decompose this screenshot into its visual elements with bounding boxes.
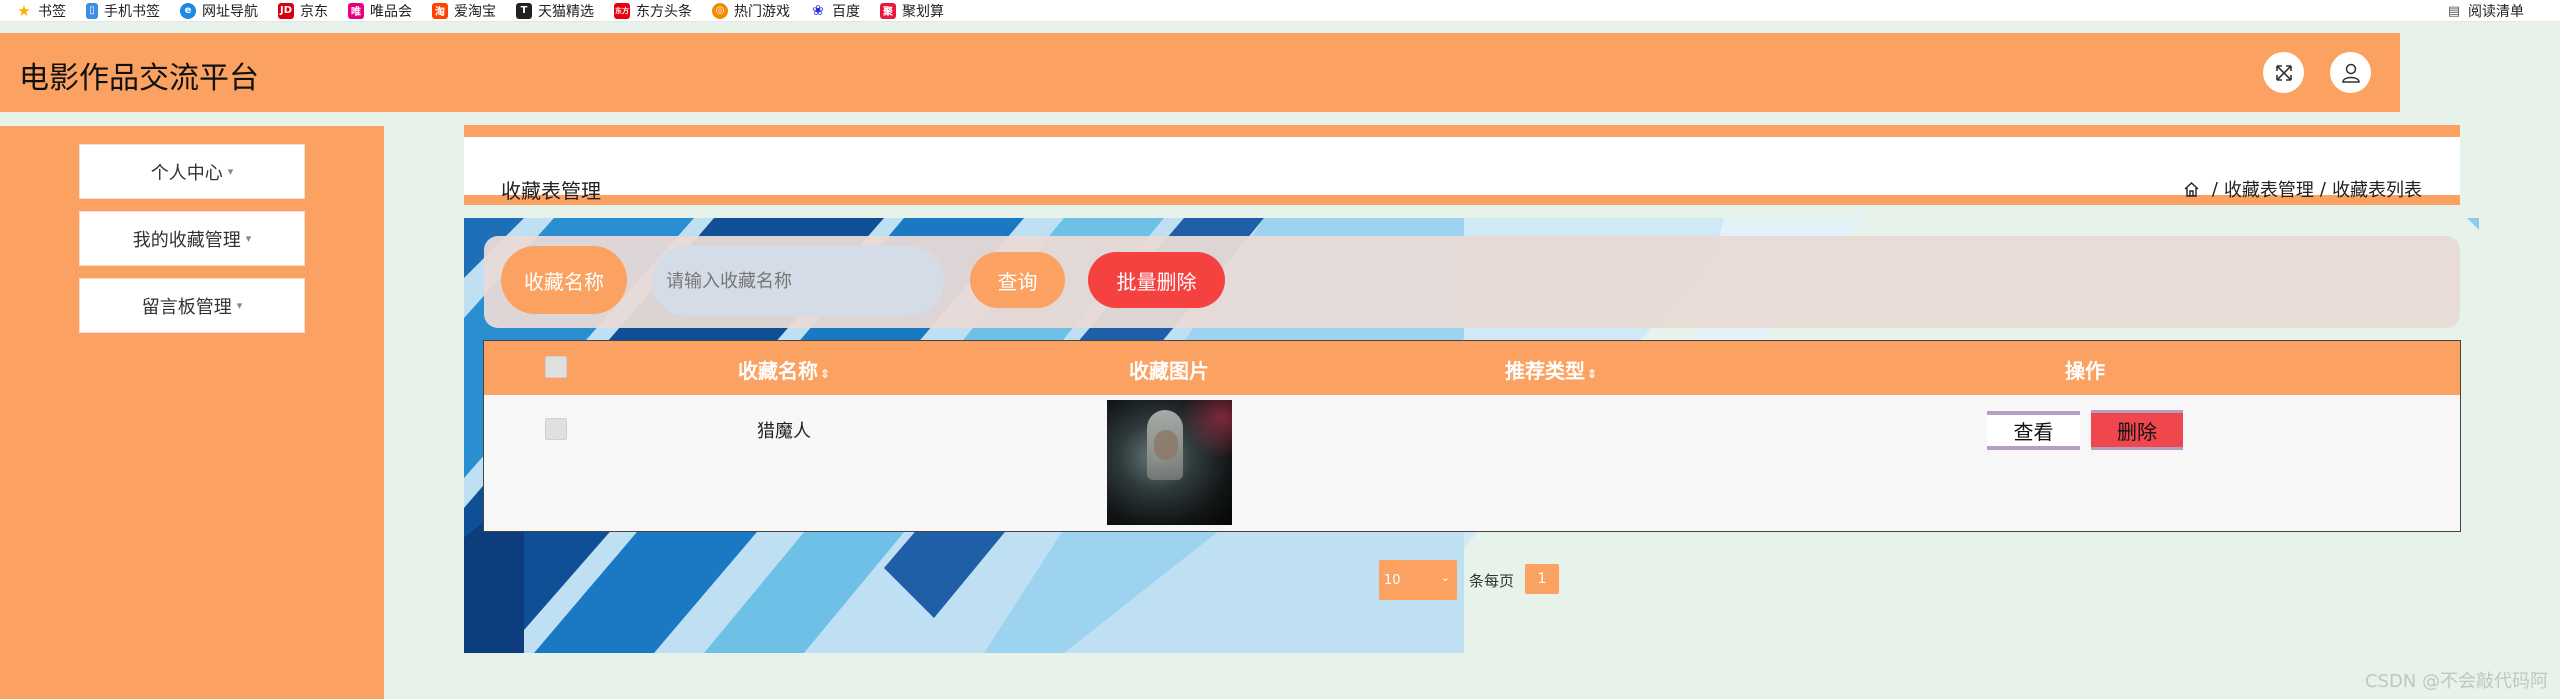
poster-thumbnail[interactable]: [1107, 400, 1232, 525]
watermark: CSDN @不会敲代码阿: [2364, 671, 2548, 692]
column-header-image: 收藏图片: [1129, 355, 1209, 384]
bookmark-item[interactable]: e 网址导航: [180, 1, 258, 21]
poster-glow: [1182, 400, 1232, 460]
caret-down-icon: ▾: [236, 299, 243, 312]
bookmark-label: 京东: [300, 3, 328, 20]
home-icon[interactable]: [2183, 181, 2200, 198]
column-header-name[interactable]: 收藏名称 ⇕: [738, 355, 830, 384]
bookmark-label: 手机书签: [104, 3, 160, 20]
bookmark-item[interactable]: ❀ 百度: [810, 1, 860, 21]
column-header-label: 推荐类型: [1504, 359, 1585, 383]
reading-list[interactable]: ▤ 阅读清单: [2446, 0, 2524, 22]
page-number-button[interactable]: 1: [1525, 564, 1559, 594]
site-title: 电影作品交流平台: [19, 61, 259, 96]
page-size-select[interactable]: 10 ⌄: [1379, 560, 1457, 600]
caret-down-icon: ▾: [227, 165, 234, 178]
bookmark-item[interactable]: 东方 东方头条: [614, 1, 692, 21]
compass-icon: e: [180, 2, 196, 19]
breadcrumb-item[interactable]: 收藏表管理: [2224, 176, 2314, 202]
breadcrumb-item: 收藏表列表: [2332, 180, 2422, 201]
collection-table: 收藏名称 ⇕ 收藏图片 推荐类型 ⇕ 操作 猎魔人 查看 删除: [483, 340, 2461, 532]
table-header: 收藏名称 ⇕ 收藏图片 推荐类型 ⇕ 操作: [484, 341, 2460, 395]
bookmark-item[interactable]: ▯ 手机书签: [86, 1, 160, 21]
bookmark-label: 聚划算: [902, 3, 944, 20]
bookmark-item[interactable]: 唯 唯品会: [348, 1, 412, 21]
sidebar-item-label: 个人中心: [150, 162, 223, 184]
jd-icon: JD: [278, 2, 294, 19]
sidebar-item-personal-center[interactable]: 个人中心 ▾: [79, 144, 305, 199]
bookmarks-bar: ★ 书签 ▯ 手机书签 e 网址导航 JD 京东 唯 唯品会 淘 爱淘宝 T 天…: [0, 0, 2560, 22]
sidebar: 个人中心 ▾ 我的收藏管理 ▾ 留言板管理 ▾: [0, 126, 384, 699]
sort-icon[interactable]: ⇕: [1587, 367, 1597, 381]
star-icon: ★: [17, 1, 31, 20]
tmall-icon: T: [516, 2, 532, 19]
search-field-label: 收藏名称: [501, 246, 627, 314]
reading-list-label: 阅读清单: [2468, 4, 2524, 20]
bookmark-label: 唯品会: [370, 3, 412, 20]
bookmark-item[interactable]: 聚 聚划算: [880, 1, 944, 21]
column-header-label: 收藏图片: [1129, 359, 1209, 383]
breadcrumb-separator: /: [2319, 178, 2326, 200]
user-button[interactable]: [2330, 52, 2371, 93]
page-title: 收藏表管理: [501, 179, 601, 203]
taobao-icon: 淘: [432, 2, 448, 19]
fullscreen-icon: [2275, 64, 2292, 81]
per-page-label: 条每页: [1469, 572, 1515, 590]
baidu-icon: ❀: [812, 2, 824, 19]
game-icon: ◎: [712, 2, 728, 19]
sidebar-item-label: 留言板管理: [141, 296, 232, 318]
bookmark-item[interactable]: JD 京东: [278, 1, 328, 21]
news-icon: 东方: [614, 2, 630, 19]
column-header-label: 收藏名称: [737, 359, 818, 383]
query-button[interactable]: 查询: [970, 252, 1065, 308]
bookmark-item[interactable]: ★ 书签: [16, 1, 66, 21]
sidebar-item-message-board[interactable]: 留言板管理 ▾: [79, 278, 305, 333]
column-header-type[interactable]: 推荐类型 ⇕: [1505, 355, 1597, 384]
column-header-label: 操作: [2065, 359, 2105, 383]
bookmark-label: 天猫精选: [538, 3, 594, 20]
sidebar-item-my-collections[interactable]: 我的收藏管理 ▾: [79, 211, 305, 266]
bookmark-label: 东方头条: [636, 3, 692, 20]
batch-delete-button[interactable]: 批量删除: [1088, 252, 1225, 308]
bookmark-label: 网址导航: [202, 3, 258, 20]
cell-name: 猎魔人: [757, 421, 811, 442]
vip-icon: 唯: [348, 2, 364, 19]
sidebar-item-label: 我的收藏管理: [132, 229, 241, 251]
column-header-actions: 操作: [2065, 355, 2105, 384]
reading-list-icon: ▤: [2447, 3, 2461, 19]
row-checkbox[interactable]: [545, 418, 567, 440]
search-input[interactable]: [652, 246, 944, 316]
bookmark-label: 爱淘宝: [454, 3, 496, 20]
fullscreen-button[interactable]: [2263, 52, 2304, 93]
bookmark-item[interactable]: T 天猫精选: [516, 1, 594, 21]
bookmark-label: 书签: [38, 3, 66, 20]
top-header: 电影作品交流平台: [0, 33, 2400, 112]
page-size-value: 10: [1384, 572, 1401, 588]
delete-button[interactable]: 删除: [2091, 410, 2183, 450]
bookmark-item[interactable]: ◎ 热门游戏: [712, 1, 790, 21]
breadcrumb-separator: /: [2211, 178, 2218, 200]
view-button[interactable]: 查看: [1987, 411, 2080, 450]
poster-face: [1154, 430, 1178, 460]
bookmark-label: 热门游戏: [734, 3, 790, 20]
phone-icon: ▯: [86, 2, 98, 19]
sort-icon[interactable]: ⇕: [820, 367, 830, 381]
chevron-down-icon: ⌄: [1440, 571, 1450, 584]
select-all-checkbox[interactable]: [545, 356, 567, 378]
breadcrumb: / 收藏表管理 / 收藏表列表: [2183, 176, 2422, 202]
breadcrumb-panel: 收藏表管理 / 收藏表管理 / 收藏表列表: [464, 125, 2460, 205]
caret-down-icon: ▾: [245, 232, 252, 245]
juhuasuan-icon: 聚: [880, 2, 896, 19]
bookmark-item[interactable]: 淘 爱淘宝: [432, 1, 496, 21]
user-icon: [2341, 63, 2360, 83]
bookmark-label: 百度: [832, 3, 860, 20]
